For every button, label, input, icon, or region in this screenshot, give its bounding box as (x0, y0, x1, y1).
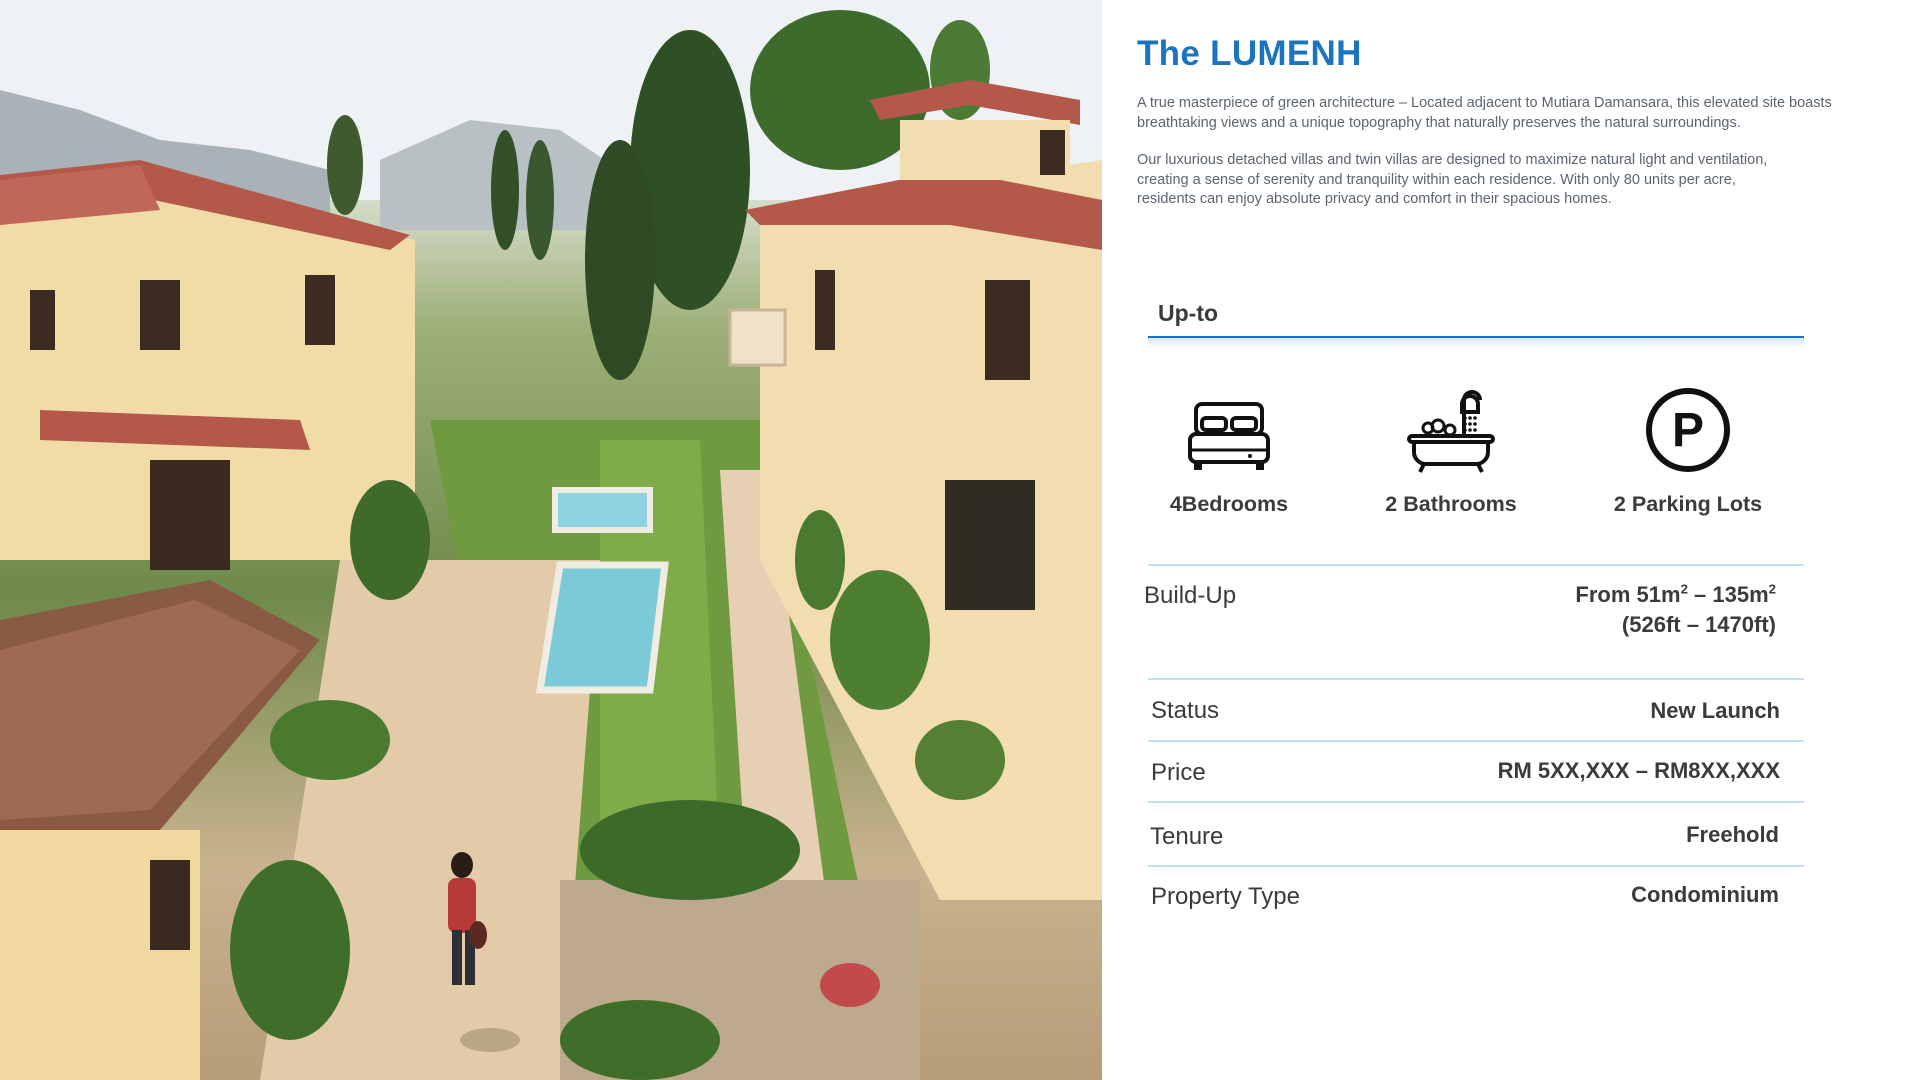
property-title: The LUMENH (1137, 34, 1362, 73)
feature-parking-label: 2 Parking Lots (1613, 492, 1763, 516)
tenure-label: Tenure (1150, 823, 1224, 850)
divider (1148, 678, 1804, 680)
status-value: New Launch (1650, 698, 1780, 723)
feature-bathrooms: 2 Bathrooms (1346, 380, 1556, 517)
tenure-value: Freehold (1686, 822, 1779, 847)
price-value: RM 5XX,XXX – RM8XX,XXX (1497, 758, 1780, 783)
property-photo (0, 0, 1102, 1080)
property-type-value: Condominium (1631, 882, 1779, 907)
feature-parking: P 2 Parking Lots (1583, 380, 1793, 517)
intro-paragraph-2: Our luxurious detached villas and twin v… (1137, 152, 1768, 207)
price-label: Price (1151, 759, 1206, 786)
bed-icon (1188, 402, 1270, 470)
feature-bathrooms-label: 2 Bathrooms (1385, 492, 1517, 516)
divider (1148, 740, 1804, 742)
bathtub-icon (1407, 390, 1495, 473)
divider (1148, 564, 1804, 566)
up-to-heading: Up-to (1158, 300, 1219, 326)
divider (1148, 865, 1804, 867)
property-type-label: Property Type (1151, 883, 1300, 910)
svg-text:P: P (1672, 404, 1704, 457)
up-to-underline-glow (1148, 338, 1804, 348)
feature-bedrooms-label: 4Bedrooms (1169, 492, 1289, 516)
villa-courtyard-illustration (0, 0, 1102, 1080)
divider (1148, 801, 1804, 803)
intro-paragraph-1: A true masterpiece of green architecture… (1137, 95, 1832, 131)
parking-icon: P (1646, 388, 1730, 472)
buildup-value: From 51m2 – 135m2 (526ft – 1470ft) (1575, 581, 1776, 637)
status-label: Status (1151, 697, 1220, 724)
feature-bedrooms: 4Bedrooms (1124, 380, 1334, 517)
buildup-label: Build-Up (1144, 582, 1237, 609)
buildup-value-imperial: (526ft – 1470ft) (1621, 612, 1776, 637)
